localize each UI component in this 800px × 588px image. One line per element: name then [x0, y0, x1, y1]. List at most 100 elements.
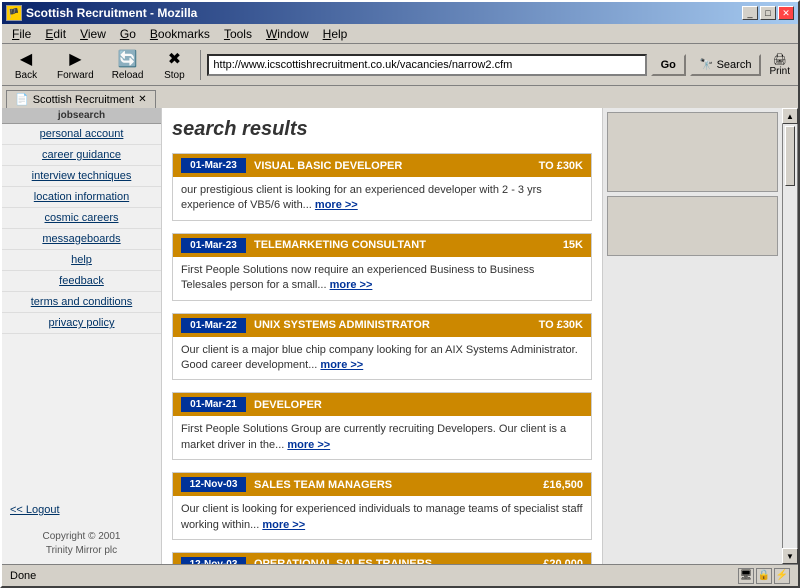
job-header: 01-Mar-22 UNIX SYSTEMS ADMINISTRATOR To … [173, 314, 591, 337]
job-date: 01-Mar-21 [181, 397, 246, 412]
sidebar-link-privacy[interactable]: privacy policy [2, 313, 161, 334]
tab-close-button[interactable]: ✕ [138, 94, 146, 105]
menu-window[interactable]: Window [260, 25, 315, 43]
job-title: DEVELOPER [254, 399, 575, 411]
tab-bar: 📄 Scottish Recruitment ✕ [2, 86, 798, 108]
content-area: jobsearch personal account career guidan… [2, 108, 798, 564]
print-icon: 🖨 [773, 53, 787, 66]
job-date: 12-Nov-03 [181, 477, 246, 492]
sidebar-logout: << Logout [2, 496, 161, 524]
title-bar: 🏴 Scottish Recruitment - Mozilla _ □ ✕ [2, 2, 798, 24]
sidebar-nav: personal account career guidance intervi… [2, 124, 161, 496]
scroll-down-button[interactable]: ▼ [782, 548, 798, 564]
more-link[interactable]: more >> [262, 519, 305, 531]
sidebar-link-personal-account[interactable]: personal account [2, 124, 161, 145]
status-icon-3: ⚡ [774, 568, 790, 584]
job-header: 12-Nov-03 OPERATIONAL SALES TRAINERS £20… [173, 553, 591, 564]
close-button[interactable]: ✕ [778, 6, 794, 20]
menu-edit[interactable]: Edit [39, 25, 72, 43]
menu-file[interactable]: File [6, 25, 37, 43]
status-bar-right: 🖥 🔒 ⚡ [738, 568, 790, 584]
sidebar-link-messageboards[interactable]: messageboards [2, 229, 161, 250]
job-salary: 15K [563, 239, 583, 251]
app-icon: 🏴 [6, 5, 22, 21]
sidebar-link-cosmic-careers[interactable]: cosmic careers [2, 208, 161, 229]
reload-icon: 🔄 [118, 49, 138, 69]
menu-go[interactable]: Go [114, 25, 142, 43]
tab-label: Scottish Recruitment [33, 94, 134, 106]
sidebar-link-location-information[interactable]: location information [2, 187, 161, 208]
scrollbar[interactable]: ▲ ▼ [782, 108, 798, 564]
sidebar: jobsearch personal account career guidan… [2, 108, 162, 564]
stop-button[interactable]: ✖ Stop [154, 46, 194, 84]
stop-icon: ✖ [168, 49, 181, 69]
menu-help[interactable]: Help [317, 25, 354, 43]
job-title: SALES TEAM MANAGERS [254, 479, 535, 491]
tab-icon: 📄 [15, 93, 29, 106]
menu-view[interactable]: View [74, 25, 112, 43]
menu-tools[interactable]: Tools [218, 25, 258, 43]
toolbar-separator [200, 50, 201, 80]
main-content[interactable]: search results 01-Mar-23 VISUAL BASIC DE… [162, 108, 602, 564]
job-date: 01-Mar-23 [181, 158, 246, 173]
address-input[interactable] [207, 54, 646, 76]
job-card: 12-Nov-03 OPERATIONAL SALES TRAINERS £20… [172, 552, 592, 564]
scroll-up-button[interactable]: ▲ [782, 108, 798, 124]
forward-button[interactable]: ▶ Forward [50, 46, 101, 84]
more-link[interactable]: more >> [287, 439, 330, 451]
toolbar: ◀ Back ▶ Forward 🔄 Reload ✖ Stop Go 🔭 Se… [2, 44, 798, 86]
window-controls: _ □ ✕ [742, 6, 794, 20]
job-body: our prestigious client is looking for an… [173, 177, 591, 220]
browser-tab[interactable]: 📄 Scottish Recruitment ✕ [6, 90, 156, 108]
more-link[interactable]: more >> [315, 199, 358, 211]
job-card: 12-Nov-03 SALES TEAM MANAGERS £16,500 Ou… [172, 472, 592, 540]
sidebar-link-career-guidance[interactable]: career guidance [2, 145, 161, 166]
sidebar-copyright: Copyright © 2001 Trinity Mirror plc [2, 524, 161, 564]
search-button[interactable]: 🔭 Search [690, 54, 762, 76]
job-title: TELEMARKETING CONSULTANT [254, 239, 555, 251]
window-title: Scottish Recruitment - Mozilla [26, 6, 197, 20]
sidebar-link-terms[interactable]: terms and conditions [2, 292, 161, 313]
status-icon-2: 🔒 [756, 568, 772, 584]
sidebar-link-help[interactable]: help [2, 250, 161, 271]
job-salary: TO £30K [539, 160, 583, 172]
job-body: Our client is looking for experienced in… [173, 496, 591, 539]
job-body: First People Solutions now require an ex… [173, 257, 591, 300]
minimize-button[interactable]: _ [742, 6, 758, 20]
menu-bar: File Edit View Go Bookmarks Tools Window… [2, 24, 798, 44]
job-title: UNIX SYSTEMS ADMINISTRATOR [254, 319, 531, 331]
print-button[interactable]: 🖨 Print [765, 51, 794, 79]
logout-link[interactable]: << Logout [10, 504, 60, 516]
status-bar: Done 🖥 🔒 ⚡ [2, 564, 798, 586]
job-date: 12-Nov-03 [181, 557, 246, 564]
right-panel [602, 108, 782, 564]
job-header: 01-Mar-23 VISUAL BASIC DEVELOPER TO £30K [173, 154, 591, 177]
sidebar-link-interview-techniques[interactable]: interview techniques [2, 166, 161, 187]
job-salary: £16,500 [543, 479, 583, 491]
job-body: Our client is a major blue chip company … [173, 337, 591, 380]
job-card: 01-Mar-23 TELEMARKETING CONSULTANT 15K F… [172, 233, 592, 301]
more-link[interactable]: more >> [320, 359, 363, 371]
back-button[interactable]: ◀ Back [6, 46, 46, 84]
menu-bookmarks[interactable]: Bookmarks [144, 25, 216, 43]
reload-button[interactable]: 🔄 Reload [105, 46, 151, 84]
job-card: 01-Mar-22 UNIX SYSTEMS ADMINISTRATOR To … [172, 313, 592, 381]
more-link[interactable]: more >> [330, 279, 373, 291]
go-button[interactable]: Go [651, 54, 686, 76]
job-header: 01-Mar-23 TELEMARKETING CONSULTANT 15K [173, 234, 591, 257]
maximize-button[interactable]: □ [760, 6, 776, 20]
job-body: First People Solutions Group are current… [173, 416, 591, 459]
address-bar: Go 🔭 Search [207, 54, 761, 76]
job-header: 01-Mar-21 DEVELOPER [173, 393, 591, 416]
search-binoculars-icon: 🔭 [700, 58, 714, 71]
status-text: Done [10, 570, 36, 582]
search-results-title: search results [172, 118, 592, 141]
job-title: VISUAL BASIC DEVELOPER [254, 160, 531, 172]
job-card: 01-Mar-21 DEVELOPER First People Solutio… [172, 392, 592, 460]
sidebar-link-feedback[interactable]: feedback [2, 271, 161, 292]
scroll-thumb[interactable] [785, 126, 795, 186]
ad-box-2 [607, 196, 778, 256]
back-icon: ◀ [20, 49, 32, 69]
status-icon-1: 🖥 [738, 568, 754, 584]
forward-icon: ▶ [69, 49, 81, 69]
